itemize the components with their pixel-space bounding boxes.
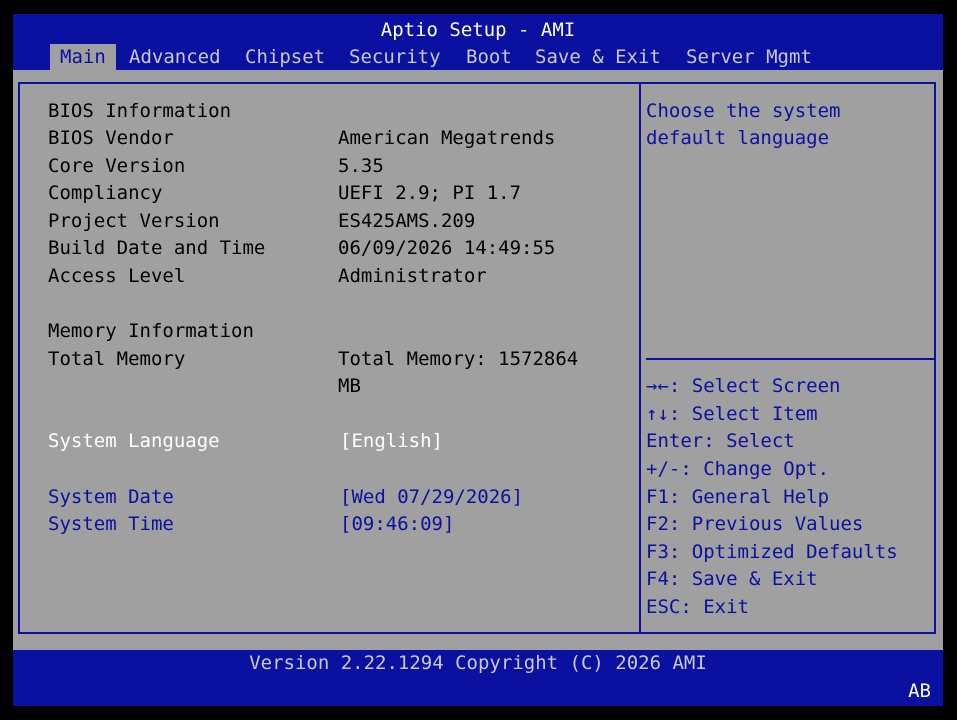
tab-boot[interactable]: Boot: [466, 44, 512, 70]
system-time-value[interactable]: [09:46:09]: [340, 513, 454, 535]
tab-advanced[interactable]: Advanced: [129, 44, 221, 70]
bios-vendor-label: BIOS Vendor: [48, 127, 174, 149]
bios-vendor-value: American Megatrends: [338, 127, 556, 149]
key-hint-select-item: ↑↓: Select Item: [646, 403, 818, 425]
corner-code: AB: [908, 680, 931, 702]
key-hint-f4: F4: Save & Exit: [646, 568, 818, 590]
help-divider: [646, 358, 936, 360]
panel-divider: [639, 84, 641, 632]
build-date-label: Build Date and Time: [48, 237, 266, 259]
core-version-label: Core Version: [48, 155, 186, 177]
window-title: Aptio Setup - AMI: [380, 19, 576, 41]
bios-screen: Aptio Setup - AMI Main Advanced Chipset …: [13, 14, 943, 706]
version-text: Version 2.22.1294 Copyright (C) 2026 AMI: [249, 652, 707, 674]
footer-bar: Version 2.22.1294 Copyright (C) 2026 AMI…: [13, 650, 943, 706]
content-frame: BIOS Information BIOS Vendor American Me…: [18, 82, 936, 634]
key-hint-esc: ESC: Exit: [646, 596, 749, 618]
access-level-value: Administrator: [338, 265, 487, 287]
system-date-label[interactable]: System Date: [48, 486, 174, 508]
compliancy-label: Compliancy: [48, 182, 163, 204]
bios-info-heading: BIOS Information: [48, 100, 232, 122]
memory-info-heading: Memory Information: [48, 320, 254, 342]
key-hint-f3: F3: Optimized Defaults: [646, 541, 898, 563]
key-hint-f2: F2: Previous Values: [646, 513, 864, 535]
compliancy-value: UEFI 2.9; PI 1.7: [338, 182, 522, 204]
header-bar: Aptio Setup - AMI Main Advanced Chipset …: [13, 14, 943, 70]
tab-security[interactable]: Security: [349, 44, 441, 70]
build-date-value: 06/09/2026 14:49:55: [338, 237, 556, 259]
tab-chipset[interactable]: Chipset: [245, 44, 325, 70]
tab-main[interactable]: Main: [50, 44, 116, 70]
core-version-value: 5.35: [338, 155, 384, 177]
project-version-label: Project Version: [48, 210, 220, 232]
help-description-line1: Choose the system: [646, 100, 841, 122]
tab-save-exit[interactable]: Save & Exit: [535, 44, 661, 70]
key-hint-select-screen: →←: Select Screen: [646, 375, 841, 397]
key-hint-f1: F1: General Help: [646, 486, 830, 508]
system-date-value[interactable]: [Wed 07/29/2026]: [340, 486, 523, 508]
help-description-line2: default language: [646, 127, 830, 149]
system-time-label[interactable]: System Time: [48, 513, 174, 535]
key-hint-change-opt: +/-: Change Opt.: [646, 458, 830, 480]
system-language-value[interactable]: [English]: [340, 430, 443, 452]
access-level-label: Access Level: [48, 265, 186, 287]
total-memory-label: Total Memory: [48, 348, 186, 370]
project-version-value: ES425AMS.209: [338, 210, 476, 232]
total-memory-unit: MB: [338, 375, 361, 397]
key-hint-enter: Enter: Select: [646, 430, 795, 452]
system-language-label[interactable]: System Language: [48, 430, 220, 452]
tab-server-mgmt[interactable]: Server Mgmt: [686, 44, 812, 70]
total-memory-value: Total Memory: 1572864: [338, 348, 579, 370]
